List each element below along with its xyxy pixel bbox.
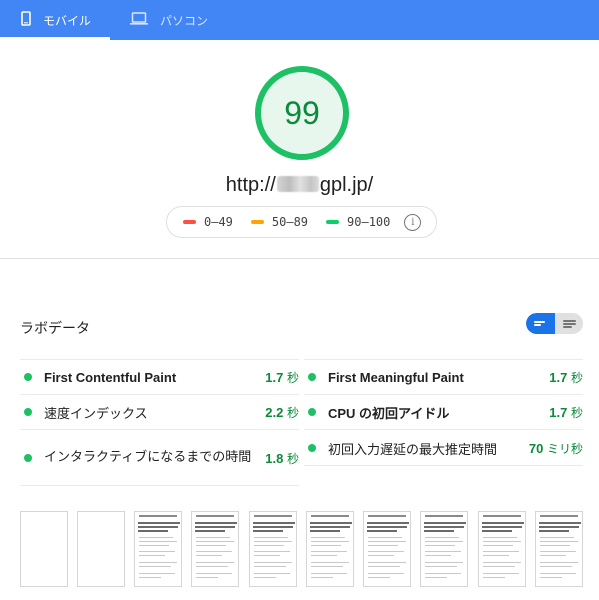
legend-range-fail: 0–49 <box>204 215 233 229</box>
compact-view-button[interactable] <box>526 313 555 334</box>
score-legend: 0–49 50–89 90–100 i <box>166 206 437 238</box>
metric-row-divider <box>304 465 583 466</box>
metric-value: 1.8 秒 <box>265 450 299 466</box>
filmstrip-frame-thumbnail <box>249 511 297 587</box>
metric-row-divider <box>304 359 583 360</box>
filmstrip-frame-thumbnail <box>134 511 182 587</box>
legend-range-average: 50–89 <box>271 215 309 229</box>
tested-url-suffix: gpl.jp/ <box>319 174 374 196</box>
filmstrip-frame-thumbnail <box>478 511 526 587</box>
pass-dot-icon <box>24 454 32 462</box>
filmstrip-frame-blank <box>77 511 125 587</box>
metric-value: 2.2 秒 <box>265 404 299 420</box>
legend-item-fail: 0–49 <box>183 215 233 229</box>
lab-data-title: ラボデータ <box>20 321 90 337</box>
metric-label: インタラクティブになるまでの時間 <box>44 450 252 465</box>
tested-url-prefix: http:// <box>225 174 276 196</box>
filmstrip-frame-thumbnail <box>191 511 239 587</box>
smartphone-icon <box>21 11 31 29</box>
metric-row-divider <box>304 394 583 395</box>
tab-selected-indicator <box>0 37 110 40</box>
filmstrip-frame-thumbnail <box>306 511 354 587</box>
pass-dot-icon <box>24 373 32 381</box>
tab-mobile-label: モバイル <box>43 13 92 28</box>
device-tab-bar: モバイル パソコン <box>0 0 599 40</box>
metric-max-potential-fid: 初回入力遅延の最大推定時間 70 ミリ秒 <box>308 437 583 459</box>
pass-dot-icon <box>308 408 316 416</box>
legend-range-pass: 90–100 <box>347 215 391 229</box>
metric-row-divider <box>20 485 299 486</box>
long-lines-icon <box>563 319 583 329</box>
metric-time-to-interactive: インタラクティブになるまでの時間 1.8 秒 <box>24 437 299 479</box>
short-lines-icon <box>534 320 555 327</box>
pass-dot-icon <box>308 444 316 452</box>
metric-row-divider <box>304 429 583 430</box>
metric-view-toggle[interactable] <box>526 313 583 334</box>
metric-first-cpu-idle: CPU の初回アイドル 1.7 秒 <box>308 401 583 423</box>
metric-first-contentful-paint: First Contentful Paint 1.7 秒 <box>24 366 299 388</box>
metric-value: 1.7 秒 <box>265 369 299 385</box>
legend-item-average: 50–89 <box>250 215 309 229</box>
metric-row-divider <box>20 359 299 360</box>
metric-speed-index: 速度インデックス 2.2 秒 <box>24 401 299 423</box>
metric-label: 初回入力遅延の最大推定時間 <box>328 442 498 458</box>
metric-row-divider <box>20 394 299 395</box>
filmstrip-frame-thumbnail <box>535 511 583 587</box>
filmstrip-frame-thumbnail <box>420 511 468 587</box>
fail-bar-icon <box>183 220 196 224</box>
metric-label: First Contentful Paint <box>44 369 177 385</box>
metric-value: 70 ミリ秒 <box>528 440 583 456</box>
metric-value: 1.7 秒 <box>549 369 583 385</box>
filmstrip-frame-thumbnail <box>363 511 411 587</box>
performance-score-gauge: 99 <box>255 66 349 160</box>
metric-first-meaningful-paint: First Meaningful Paint 1.7 秒 <box>308 366 583 388</box>
pass-dot-icon <box>308 373 316 381</box>
metric-label: 速度インデックス <box>44 406 148 422</box>
tab-desktop-label: パソコン <box>160 13 209 28</box>
section-divider <box>0 258 599 259</box>
metric-label: CPU の初回アイドル <box>328 405 450 421</box>
pass-dot-icon <box>24 408 32 416</box>
performance-score-value: 99 <box>284 94 320 131</box>
legend-item-pass: 90–100 <box>326 215 390 229</box>
tab-desktop[interactable]: パソコン <box>110 0 230 40</box>
average-bar-icon <box>250 220 264 224</box>
info-icon[interactable]: i <box>404 213 422 231</box>
metric-row-divider <box>20 429 299 430</box>
expanded-view-button[interactable] <box>555 313 583 334</box>
metric-value: 1.7 秒 <box>549 404 583 420</box>
redacted-domain-blur <box>276 176 319 192</box>
laptop-icon <box>130 12 148 28</box>
tested-url: http:// gpl.jp/ <box>0 174 599 197</box>
filmstrip-frame-blank <box>20 511 68 587</box>
metric-label: First Meaningful Paint <box>328 369 464 385</box>
tab-mobile[interactable]: モバイル <box>0 0 110 40</box>
pass-bar-icon <box>326 220 340 224</box>
